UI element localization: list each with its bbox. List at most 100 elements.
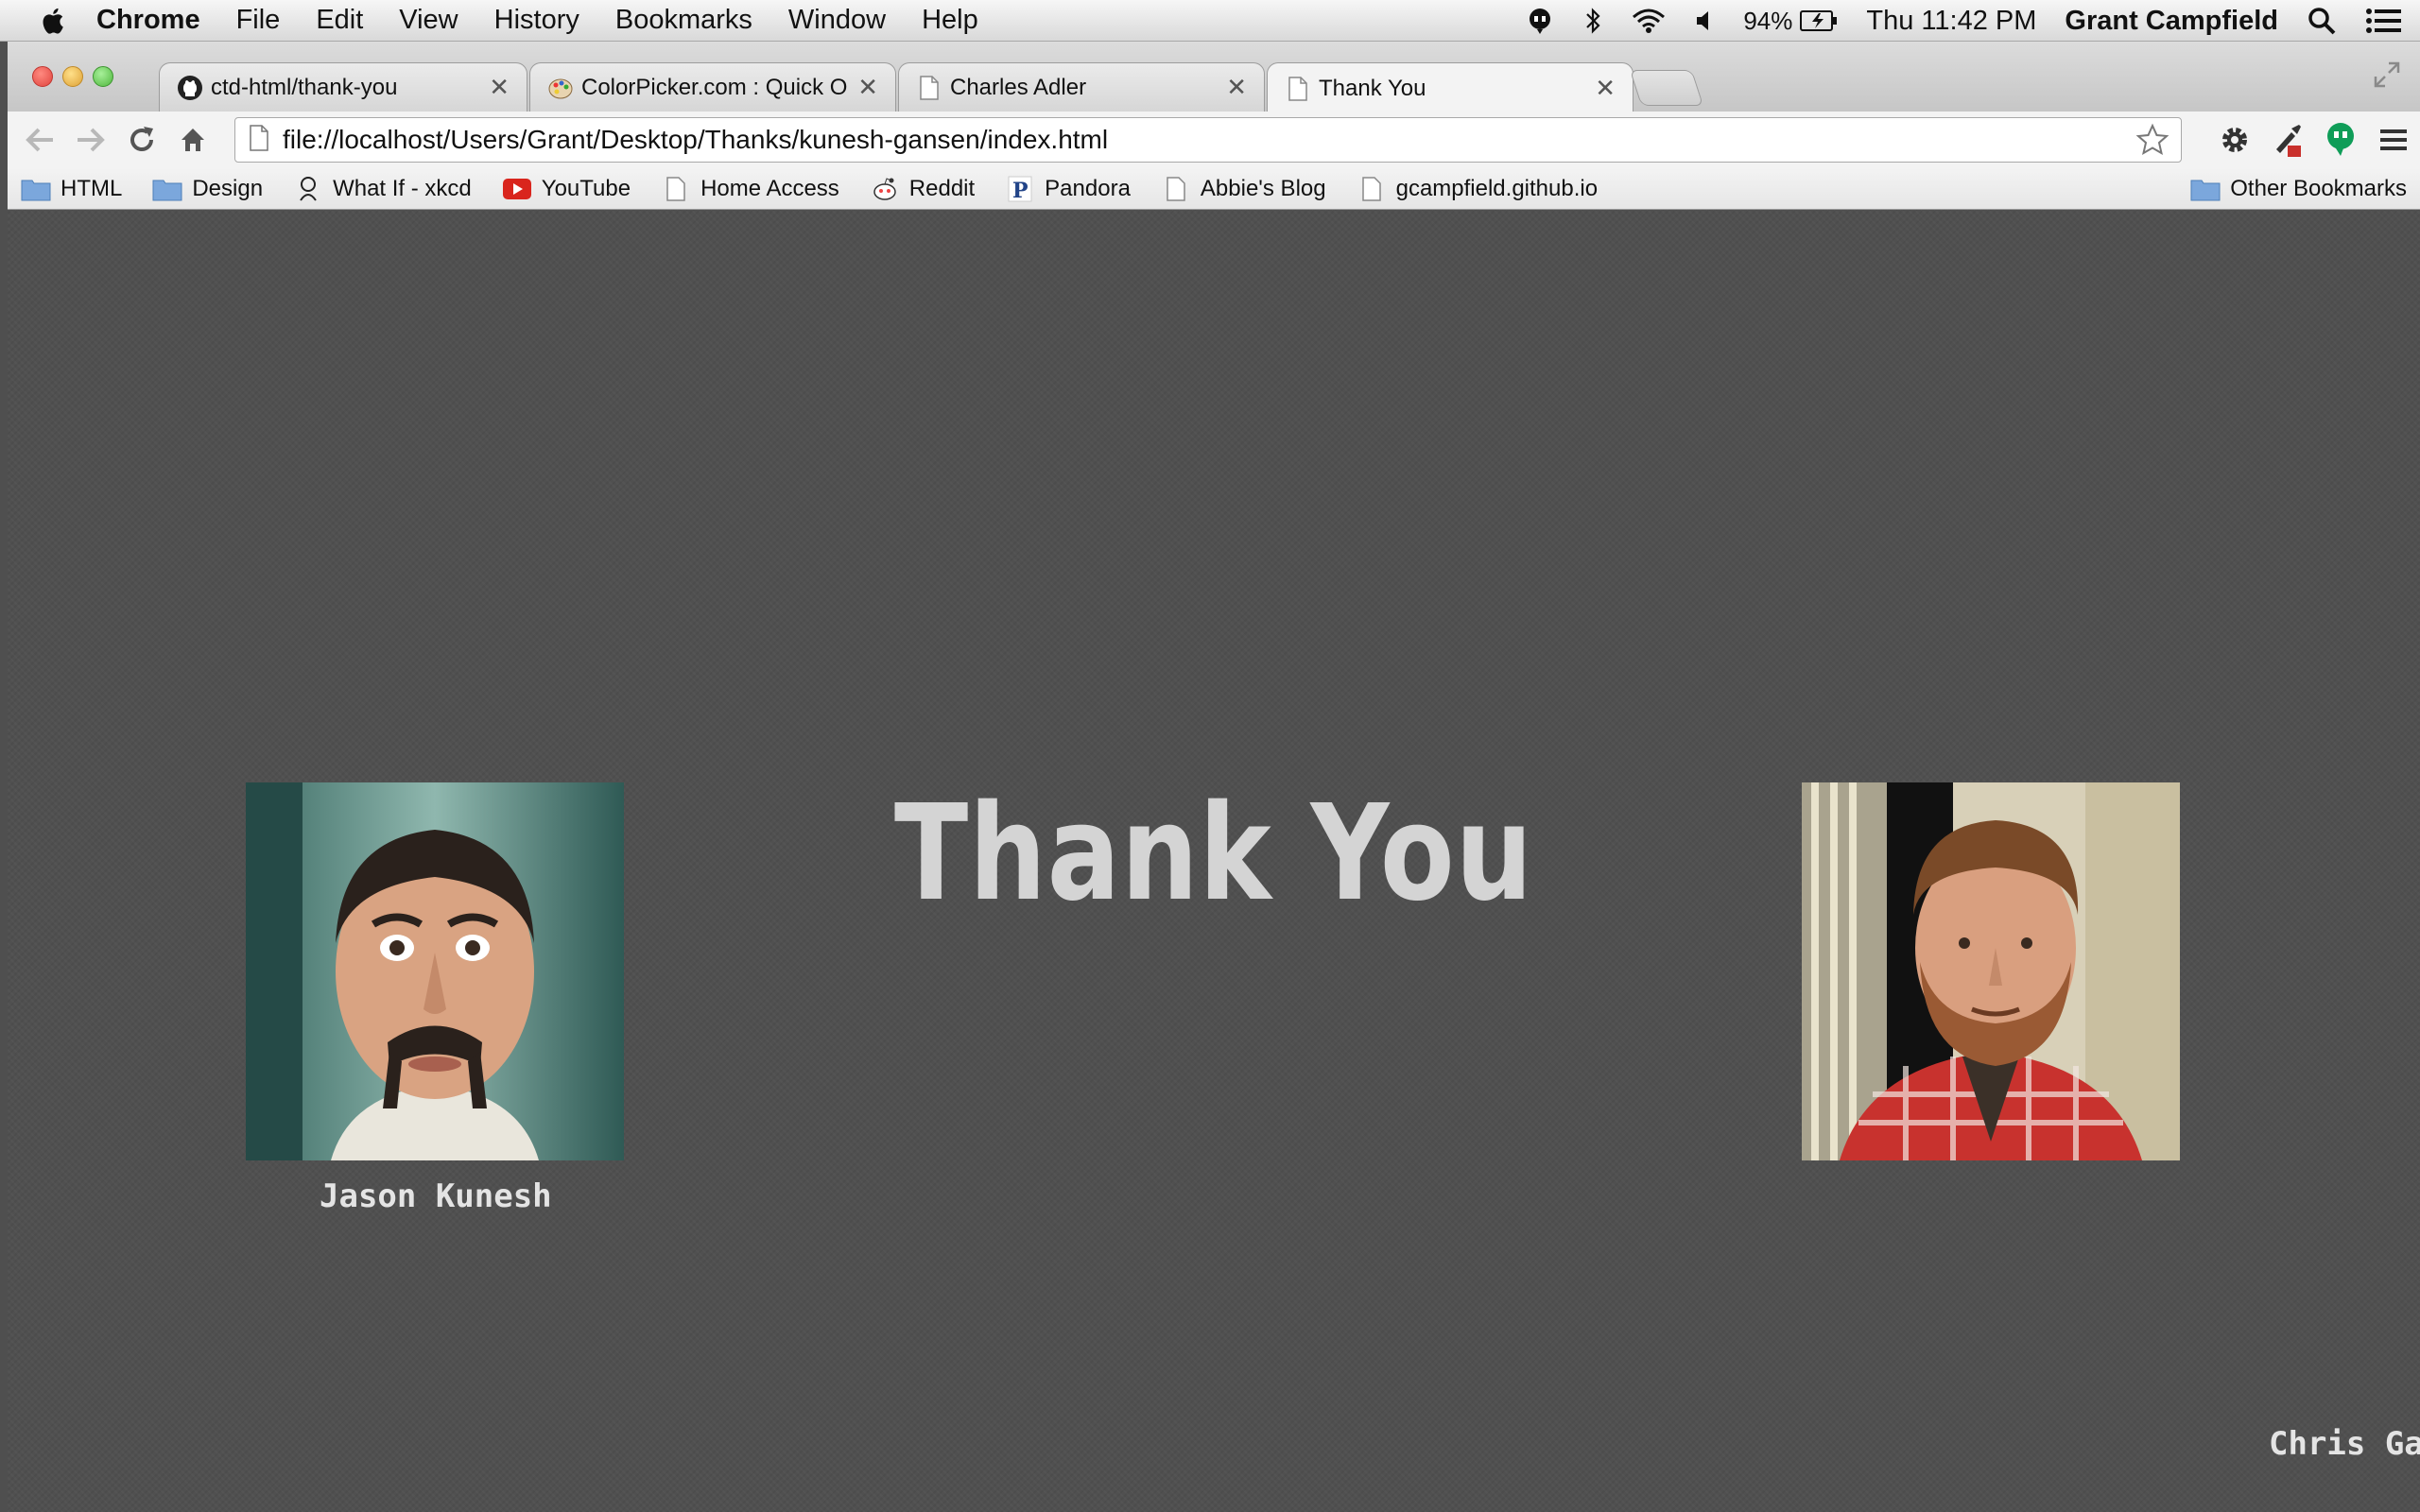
bookmark-other-bookmarks[interactable]: Other Bookmarks [2190, 176, 2407, 202]
new-tab-button[interactable] [1629, 70, 1704, 106]
eyedropper-icon [2276, 125, 2301, 157]
hamburger-menu-icon [2380, 129, 2407, 150]
forward-button[interactable] [72, 121, 110, 159]
settings-gear-button[interactable] [2208, 123, 2261, 157]
menu-app-chrome[interactable]: Chrome [96, 5, 200, 36]
bookmark-label: Home Access [700, 175, 839, 201]
bookmark-label: Design [192, 175, 264, 201]
tab-close-icon[interactable]: ✕ [1226, 73, 1247, 102]
bookmark-abbies-blog[interactable]: Abbie's Blog [1161, 176, 1326, 202]
tab-title: Charles Adler [950, 74, 1087, 100]
pandora-icon: P [1005, 176, 1035, 202]
bookmark-label: HTML [60, 175, 123, 201]
bookmark-reddit[interactable]: Reddit [870, 176, 975, 202]
photo-chris-gansen [1802, 782, 2180, 1160]
menu-bookmarks[interactable]: Bookmarks [615, 5, 752, 36]
bookmarks-bar: HTML Design What If - xkcd YouTube Home … [8, 168, 2420, 210]
menu-file[interactable]: File [236, 5, 281, 36]
svg-text:P: P [1012, 179, 1028, 202]
reload-button[interactable] [123, 121, 161, 159]
page-icon [661, 176, 691, 202]
status-area: 94% Thu 11:42 PM Grant Campfield [1526, 0, 2420, 42]
eyedropper-extension-button[interactable] [2261, 121, 2314, 159]
window-zoom-button[interactable] [93, 66, 113, 87]
hangouts-extension-button[interactable] [2314, 122, 2367, 158]
tab-charles-adler[interactable]: Charles Adler ✕ [898, 62, 1265, 112]
bookmark-design[interactable]: Design [152, 176, 263, 202]
home-icon [182, 129, 204, 151]
bookmark-label: Abbie's Blog [1200, 175, 1326, 201]
volume-icon[interactable] [1694, 7, 1715, 35]
chrome-menu-button[interactable] [2367, 126, 2420, 154]
reddit-icon [870, 176, 900, 202]
forward-arrow-icon [78, 128, 105, 152]
page-icon [1357, 176, 1387, 202]
bookmark-gcampfield-github[interactable]: gcampfield.github.io [1357, 176, 1598, 202]
tab-title: ColorPicker.com : Quick Online Color Pic… [581, 74, 848, 100]
youtube-icon [502, 176, 532, 202]
tab-thank-you[interactable]: Thank You ✕ [1267, 62, 1634, 113]
menu-edit[interactable]: Edit [316, 5, 363, 36]
reload-icon [130, 127, 153, 151]
bookmark-pandora[interactable]: P Pandora [1005, 176, 1131, 202]
palette-icon [547, 75, 574, 101]
caption-chris-gansen: Chris Ga [2269, 1425, 2420, 1463]
clock[interactable]: Thu 11:42 PM [1866, 6, 2036, 37]
tab-github[interactable]: ctd-html/thank-you ✕ [159, 62, 527, 112]
window-minimize-button[interactable] [62, 66, 83, 87]
tab-close-icon[interactable]: ✕ [489, 73, 510, 102]
page-viewport: Jason Kunesh Thank You Chris Ga [8, 210, 2420, 1512]
bookmark-star-icon[interactable] [2135, 123, 2169, 157]
bookmark-html[interactable]: HTML [21, 176, 122, 202]
folder-icon [2190, 176, 2221, 202]
user-name[interactable]: Grant Campfield [2065, 6, 2278, 37]
bookmark-home-access[interactable]: Home Access [661, 176, 839, 202]
menu-help[interactable]: Help [922, 5, 978, 36]
back-button[interactable] [21, 121, 59, 159]
bookmark-label: YouTube [541, 175, 631, 201]
tab-close-icon[interactable]: ✕ [857, 73, 878, 102]
github-icon [177, 75, 203, 101]
url-text[interactable]: file://localhost/Users/Grant/Desktop/Tha… [283, 125, 2135, 155]
hangouts-status-icon[interactable] [1526, 7, 1554, 35]
bluetooth-icon[interactable] [1582, 7, 1603, 35]
menu-bar: Chrome File Edit View History Bookmarks … [0, 0, 2420, 42]
bookmark-what-if-xkcd[interactable]: What If - xkcd [293, 176, 472, 202]
menu-view[interactable]: View [399, 5, 458, 36]
bookmark-label: Other Bookmarks [2230, 175, 2407, 201]
page-icon [1161, 176, 1191, 202]
tab-close-icon[interactable]: ✕ [1595, 74, 1616, 103]
bookmark-label: Pandora [1045, 175, 1131, 201]
fullscreen-icon[interactable] [2373, 60, 2401, 89]
tab-strip: ctd-html/thank-you ✕ ColorPicker.com : Q… [8, 42, 2420, 113]
xkcd-icon [293, 176, 323, 202]
page-icon [1285, 76, 1311, 102]
page-icon [916, 75, 942, 101]
caption-jason-kunesh: Jason Kunesh [320, 1177, 552, 1215]
page-icon [249, 124, 269, 156]
menu-window[interactable]: Window [788, 5, 886, 36]
spotlight-search-icon[interactable] [2307, 6, 2337, 36]
wifi-icon[interactable] [1632, 7, 1666, 35]
tab-colorpicker[interactable]: ColorPicker.com : Quick Online Color Pic… [529, 62, 896, 112]
apple-icon[interactable] [38, 5, 70, 37]
tab-title: Thank You [1319, 75, 1426, 101]
tab-title: ctd-html/thank-you [211, 74, 398, 100]
back-arrow-icon [26, 128, 53, 152]
browser-window: ctd-html/thank-you ✕ ColorPicker.com : Q… [8, 42, 2420, 1512]
notification-center-icon[interactable] [2365, 7, 2403, 35]
bookmark-label: gcampfield.github.io [1395, 175, 1599, 201]
bookmark-youtube[interactable]: YouTube [502, 176, 631, 202]
menu-history[interactable]: History [494, 5, 579, 36]
folder-icon [152, 176, 182, 202]
window-close-button[interactable] [32, 66, 53, 87]
battery-icon[interactable] [1800, 9, 1838, 33]
gear-icon [2222, 128, 2247, 152]
folder-icon [21, 176, 51, 202]
toolbar-extensions [2208, 112, 2420, 168]
address-bar[interactable]: file://localhost/Users/Grant/Desktop/Tha… [234, 117, 2182, 163]
bookmark-label: Reddit [908, 175, 976, 201]
home-button[interactable] [174, 121, 212, 159]
battery-percent: 94% [1743, 6, 1793, 35]
bookmark-label: What If - xkcd [333, 175, 472, 201]
